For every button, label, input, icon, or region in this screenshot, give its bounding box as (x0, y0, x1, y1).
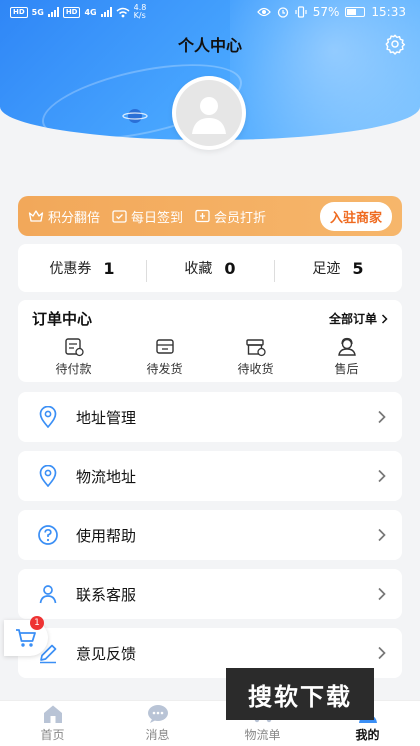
order-pending-payment[interactable]: 待付款 (34, 337, 114, 377)
eye-icon (256, 7, 271, 17)
signal-icon (47, 7, 59, 17)
menu-help-label: 使用帮助 (76, 526, 137, 545)
order-pending-receipt[interactable]: 待收货 (216, 337, 296, 377)
after-sales-icon (337, 337, 356, 356)
cart-icon (16, 629, 36, 647)
location-pin-icon (36, 405, 60, 429)
tab-home-label: 首页 (40, 728, 65, 742)
pending-receipt-icon (245, 339, 266, 357)
stat-coupons-value: 1 (103, 258, 115, 278)
stat-history-value: 5 (352, 258, 364, 278)
settings-button[interactable] (382, 31, 408, 57)
status-right: 57% 15:33 (256, 5, 406, 19)
menu-feedback-label: 意见反馈 (76, 644, 137, 663)
chevron-right-icon (378, 587, 386, 601)
menu-help[interactable]: 使用帮助 (18, 510, 402, 560)
avatar[interactable] (172, 76, 246, 150)
menu-service-label: 联系客服 (76, 585, 137, 604)
clock-time: 15:33 (371, 5, 406, 19)
alarm-icon (277, 7, 288, 18)
tab-logistics-label: 物流单 (244, 728, 281, 742)
all-orders-label: 全部订单 (328, 312, 377, 326)
orders-header: 订单中心 全部订单 (18, 300, 402, 329)
battery-icon (345, 7, 366, 17)
promo-discount-label: 会员打折 (214, 210, 267, 226)
menu-customer-service[interactable]: 联系客服 (18, 569, 402, 619)
stat-history[interactable]: 足迹 5 (274, 258, 402, 282)
menu-logistics-address[interactable]: 物流地址 (18, 451, 402, 501)
tab-messages[interactable]: 消息 (105, 701, 210, 746)
promo-daily-checkin[interactable]: 每日签到 (112, 207, 183, 226)
join-merchant-button[interactable]: 入驻商家 (319, 201, 392, 231)
stat-coupons[interactable]: 优惠券 1 (18, 258, 146, 278)
chevron-right-icon (378, 528, 386, 542)
pending-shipment-icon (155, 339, 174, 354)
order-pending-shipment[interactable]: 待发货 (125, 337, 205, 377)
watermark-overlay: 搜软下载 (226, 668, 374, 720)
order-pending-receipt-label: 待收货 (237, 362, 274, 376)
network-speed-unit: K/s (133, 11, 146, 20)
hd-badge-2: HD (62, 6, 81, 18)
avatar-placeholder (176, 80, 242, 146)
gear-icon (385, 34, 406, 55)
promo-checkin-label: 每日签到 (131, 210, 184, 226)
network-speed: 4.8 K/s (134, 4, 147, 20)
menu-logistics-label: 物流地址 (76, 467, 137, 486)
menu-address-management[interactable]: 地址管理 (18, 392, 402, 442)
stat-favorites-label: 收藏 (184, 261, 213, 277)
person-icon (36, 582, 60, 606)
help-circle-icon (36, 523, 60, 547)
pending-payment-icon (64, 338, 84, 357)
stat-favorites-value: 0 (224, 258, 236, 278)
tab-profile-label: 我的 (355, 728, 380, 742)
orders-card: 订单中心 全部订单 待付款 待发货 待收货 售后 (18, 300, 402, 382)
promo-points-label: 积分翻倍 (48, 210, 101, 226)
signal-icon-2 (100, 7, 112, 17)
tab-home[interactable]: 首页 (0, 701, 105, 746)
user-silhouette-icon (192, 97, 226, 134)
stat-coupons-label: 优惠券 (49, 261, 92, 277)
crown-icon (28, 210, 44, 222)
orders-title: 订单中心 (32, 310, 93, 328)
promo-member-discount[interactable]: 会员打折 (195, 207, 266, 226)
home-icon (43, 705, 62, 723)
order-after-sales-label: 售后 (334, 362, 359, 376)
promo-banner: 积分翻倍 每日签到 会员打折 入驻商家 (18, 196, 402, 236)
network-type-left: 5G (31, 7, 44, 17)
chevron-right-icon (378, 469, 386, 483)
stat-favorites[interactable]: 收藏 0 (146, 258, 274, 282)
chat-icon (147, 705, 168, 723)
cart-badge: 1 (30, 616, 44, 630)
battery-percent: 57% (312, 5, 340, 19)
chevron-right-icon (378, 646, 386, 660)
wifi-icon (116, 7, 130, 17)
menu-address-label: 地址管理 (76, 408, 137, 427)
all-orders-link[interactable]: 全部订单 (329, 310, 388, 327)
vibrate-icon (295, 6, 307, 18)
status-left: HD 5G HD 4G 4.8 K/s (10, 4, 146, 20)
location-pin-icon (36, 464, 60, 488)
stat-history-label: 足迹 (312, 261, 341, 277)
planet-decoration-icon (122, 109, 148, 123)
status-bar: HD 5G HD 4G 4.8 K/s 57% 15:33 (0, 0, 420, 24)
orders-row: 待付款 待发货 待收货 售后 (18, 329, 402, 377)
order-after-sales[interactable]: 售后 (307, 337, 387, 377)
tab-messages-label: 消息 (145, 728, 170, 742)
discount-card-icon (195, 209, 210, 223)
calendar-check-icon (112, 210, 127, 223)
promo-points-double[interactable]: 积分翻倍 (28, 207, 100, 226)
page-title: 个人中心 (177, 36, 242, 55)
stats-card: 优惠券 1 收藏 0 足迹 5 (18, 244, 402, 292)
network-type-right: 4G (84, 7, 97, 17)
chevron-right-icon (381, 313, 388, 324)
chevron-right-icon (378, 410, 386, 424)
floating-cart-button[interactable]: 1 (4, 616, 48, 656)
order-pending-shipment-label: 待发货 (146, 362, 183, 376)
hd-badge: HD (10, 6, 28, 18)
order-pending-payment-label: 待付款 (55, 362, 92, 376)
